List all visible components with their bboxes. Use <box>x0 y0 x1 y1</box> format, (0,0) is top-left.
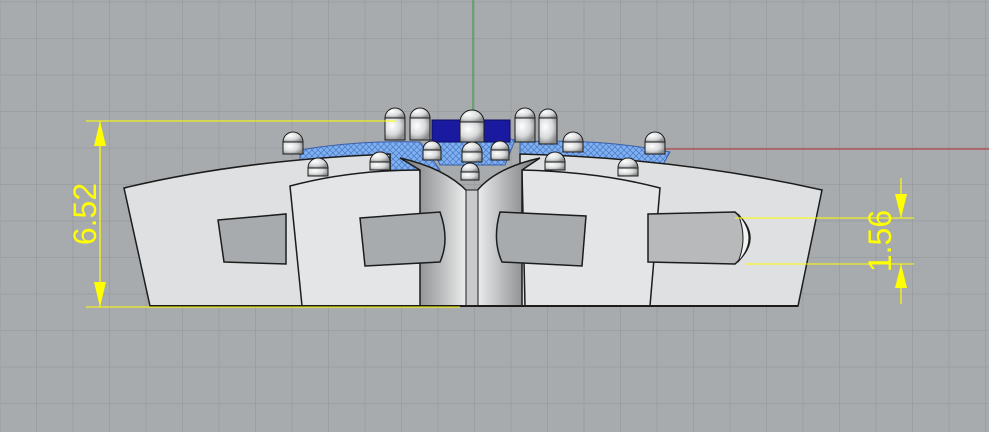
prong-body <box>538 117 558 145</box>
prong <box>459 109 485 143</box>
prong-body <box>461 151 483 163</box>
prong <box>538 108 558 145</box>
prong-body <box>307 167 329 177</box>
prong <box>617 157 639 177</box>
prong-body <box>369 161 391 171</box>
prong-body <box>459 121 485 143</box>
prong-body <box>490 149 510 161</box>
prong-body <box>544 161 566 171</box>
center-bridge-spine <box>465 189 479 307</box>
window-cutout-inner-left <box>359 211 446 267</box>
window-cutout-outer-left <box>217 213 287 265</box>
prong <box>644 131 666 155</box>
prong-body <box>514 117 536 143</box>
prong-body <box>282 141 304 155</box>
rhino-front-viewport[interactable]: 6.52 1.56 <box>0 0 989 432</box>
prong <box>514 107 536 143</box>
prong <box>460 162 480 181</box>
dim-height-label: 6.52 <box>67 183 103 245</box>
prong <box>490 140 510 161</box>
prong-body <box>562 141 584 153</box>
prong-body <box>617 167 639 177</box>
dim-hole-label: 1.56 <box>862 210 898 272</box>
prong <box>422 140 442 161</box>
prong <box>384 107 406 141</box>
prong <box>562 131 584 153</box>
prong <box>409 107 431 141</box>
prong <box>461 141 483 163</box>
prong <box>307 157 329 177</box>
prong <box>544 151 566 171</box>
prong-body <box>644 141 666 155</box>
prong <box>282 131 304 155</box>
window-cutout-inner-right <box>495 211 587 267</box>
prong <box>369 151 391 171</box>
prong-body <box>422 149 442 161</box>
side-hole <box>647 211 751 265</box>
prong-body <box>409 117 431 141</box>
prong-body <box>460 171 480 181</box>
